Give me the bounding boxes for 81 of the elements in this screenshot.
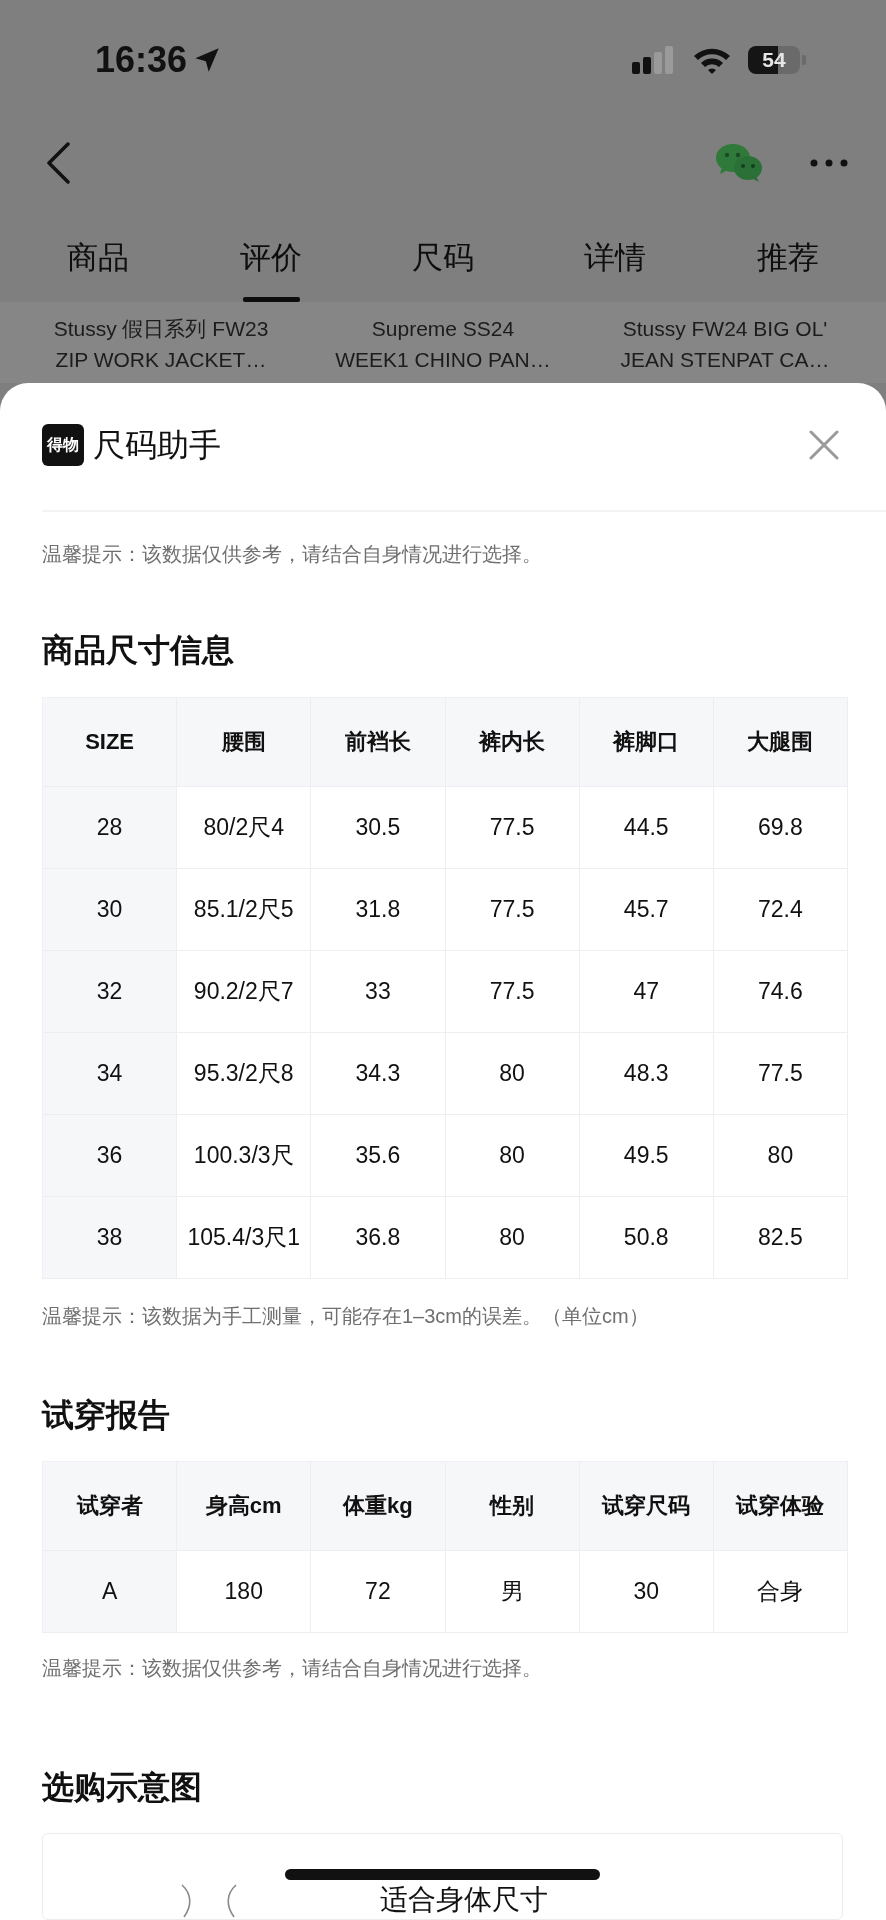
wifi-icon [692,46,732,74]
product-title[interactable]: Supreme SS24 WEEK1 CHINO PAN… [335,313,551,375]
tab[interactable]: 推荐 [701,205,875,302]
column-header: 试穿者 [43,1462,178,1551]
table-cell: 44.5 [579,787,714,869]
back-icon[interactable] [45,141,71,184]
column-header: 裤内长 [445,698,580,787]
column-header: 身高cm [177,1462,312,1551]
table-cell: 33 [311,951,446,1033]
tab[interactable]: 尺码 [356,205,530,302]
column-header: 体重kg [311,1462,446,1551]
table-cell: 80 [445,1197,580,1279]
column-header: 试穿体验 [713,1462,848,1551]
table-cell: 47 [579,951,714,1033]
tab[interactable]: 详情 [529,205,702,302]
table-cell: 180 [177,1551,312,1633]
product-title[interactable]: Stussy FW24 BIG OL' JEAN STENPAT CA… [620,313,830,375]
table-cell: 48.3 [579,1033,714,1115]
battery-indicator: 54 [748,46,806,74]
tab[interactable]: 评价 [184,205,357,302]
chat-bubbles-icon[interactable] [714,142,764,183]
table-cell: 80 [445,1033,580,1115]
product-title[interactable]: Stussy 假日系列 FW23 ZIP WORK JACKET… [53,313,269,375]
table-cell: 77.5 [445,951,580,1033]
column-header: 大腿围 [713,698,848,787]
table-cell: A [43,1551,178,1633]
table-cell: 85.1/2尺5 [177,869,312,951]
app-logo: 得物 [42,424,84,466]
table-cell: 77.5 [445,869,580,951]
table-cell: 38 [43,1197,178,1279]
table-cell: 30 [579,1551,714,1633]
table-cell: 82.5 [713,1197,848,1279]
table-cell: 100.3/3尺 [177,1115,312,1197]
table-cell: 28 [43,787,178,869]
table-cell: 34 [43,1033,178,1115]
table-cell: 32 [43,951,178,1033]
column-header: SIZE [43,698,178,787]
close-button[interactable] [809,430,839,460]
signal-icon [632,46,676,74]
close-icon [809,430,839,460]
sheet-title: 尺码助手 [93,426,221,465]
column-header: 前裆长 [311,698,446,787]
note-text: 温馨提示：该数据为手工测量，可能存在1–3cm的误差。（单位cm） [42,1304,650,1329]
tab[interactable]: 商品 [12,205,185,302]
status-time: 16:36 [95,40,188,80]
table-cell: 95.3/2尺8 [177,1033,312,1115]
table-cell: 80 [713,1115,848,1197]
table-cell: 69.8 [713,787,848,869]
table-cell: 男 [445,1551,580,1633]
table-cell: 77.5 [713,1033,848,1115]
table-cell: 80 [445,1115,580,1197]
table-cell: 45.7 [579,869,714,951]
table-cell: 36 [43,1115,178,1197]
section-heading: 试穿报告 [42,1396,171,1435]
table-cell: 31.8 [311,869,446,951]
table-cell: 105.4/3尺1 [177,1197,312,1279]
section-heading: 商品尺寸信息 [42,631,235,670]
table-cell: 34.3 [311,1033,446,1115]
column-header: 试穿尺码 [579,1462,714,1551]
table-cell: 50.8 [579,1197,714,1279]
section-heading: 选购示意图 [42,1768,203,1807]
more-icon[interactable] [810,158,848,167]
table-cell: 74.6 [713,951,848,1033]
table-cell: 80/2尺4 [177,787,312,869]
column-header: 裤脚口 [579,698,714,787]
table-cell: 30.5 [311,787,446,869]
hint-text: 温馨提示：该数据仅供参考，请结合自身情况进行选择。 [42,542,543,567]
table-cell: 35.6 [311,1115,446,1197]
location-arrow-icon [193,46,222,74]
note-text: 温馨提示：该数据仅供参考，请结合自身情况进行选择。 [42,1656,543,1681]
table-cell: 77.5 [445,787,580,869]
table-cell: 30 [43,869,178,951]
table-cell: 36.8 [311,1197,446,1279]
column-header: 腰围 [177,698,312,787]
guide-caption: 适合身体尺寸 [380,1884,548,1916]
table-cell: 90.2/2尺7 [177,951,312,1033]
column-header: 性别 [445,1462,580,1551]
table-cell: 72 [311,1551,446,1633]
table-cell: 72.4 [713,869,848,951]
table-cell: 合身 [713,1551,848,1633]
table-cell: 49.5 [579,1115,714,1197]
